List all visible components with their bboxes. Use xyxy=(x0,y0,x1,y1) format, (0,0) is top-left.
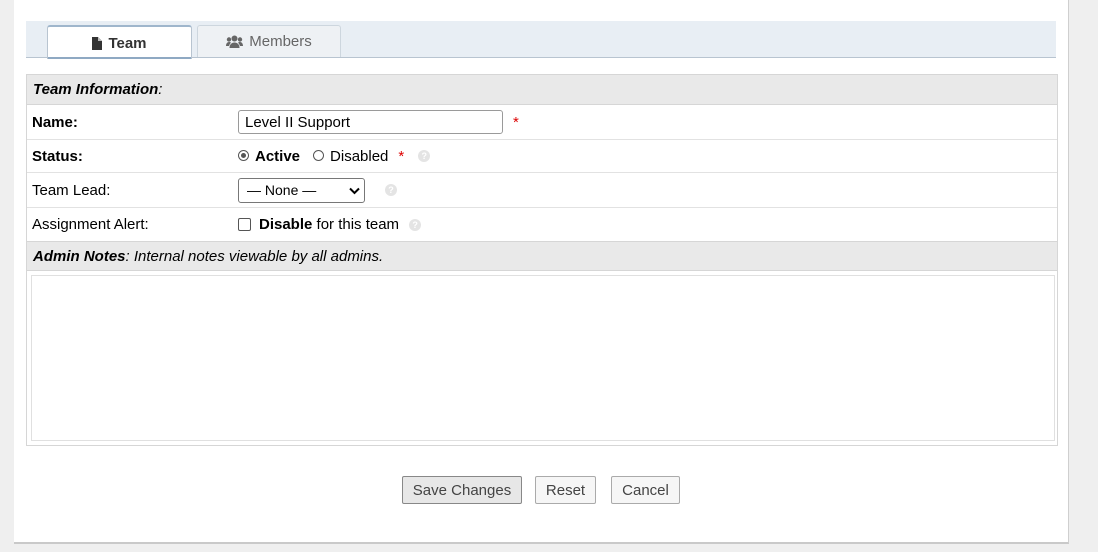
assignment-alert-rest-text: for this team xyxy=(312,216,400,233)
team-information-suffix: : xyxy=(158,81,163,98)
name-row: Name: * xyxy=(27,105,1057,140)
assignment-alert-row: Assignment Alert: Disable for this team … xyxy=(27,208,1057,241)
status-active-radio[interactable] xyxy=(238,149,249,161)
team-lead-label: Team Lead: xyxy=(32,181,111,199)
team-lead-select[interactable]: — None — xyxy=(238,177,365,203)
status-row: Status: Active Disabled * ? xyxy=(27,140,1057,173)
status-disabled-label: Disabled xyxy=(330,147,389,165)
status-label: Status: xyxy=(32,147,83,165)
status-disabled-radio[interactable] xyxy=(313,149,325,161)
status-required-marker: * xyxy=(398,147,405,165)
cancel-button[interactable]: Cancel xyxy=(611,476,680,504)
admin-notes-wrap xyxy=(27,271,1057,445)
form-buttons: Save Changes Reset Cancel xyxy=(14,476,1068,504)
save-changes-button[interactable]: Save Changes xyxy=(402,476,522,504)
admin-notes-description: : Internal notes viewable by all admins. xyxy=(125,247,384,265)
users-icon xyxy=(226,35,244,48)
tab-team[interactable]: Team xyxy=(47,25,192,59)
assignment-alert-label: Assignment Alert: xyxy=(32,216,149,233)
admin-notes-textarea[interactable] xyxy=(31,275,1055,441)
admin-notes-title: Admin Notes xyxy=(33,247,126,265)
status-active-label: Active xyxy=(255,147,301,165)
assignment-alert-help-icon[interactable]: ? xyxy=(409,218,422,231)
name-label: Name: xyxy=(32,113,78,131)
assignment-alert-disable-text: Disable xyxy=(259,216,313,233)
assignment-alert-checkbox[interactable] xyxy=(238,218,251,231)
admin-notes-header: Admin Notes: Internal notes viewable by … xyxy=(27,241,1057,271)
team-lead-help-icon[interactable]: ? xyxy=(385,184,397,196)
name-required-marker: * xyxy=(513,113,519,131)
reset-button[interactable]: Reset xyxy=(535,476,596,504)
page: Team Members Team Information: Name: Lev… xyxy=(14,0,1069,544)
team-lead-row: Team Lead: — None — ? xyxy=(27,173,1057,208)
tab-members[interactable]: Members xyxy=(197,25,341,57)
tab-team-label: Team xyxy=(108,34,147,52)
chevron-down-icon xyxy=(349,182,360,198)
name-input[interactable] xyxy=(238,110,503,134)
status-help-icon[interactable]: ? xyxy=(418,150,431,162)
team-lead-selected: — None — xyxy=(247,182,317,198)
team-information-header: Team Information: xyxy=(27,75,1057,105)
document-icon xyxy=(92,36,103,50)
tab-bar: Team Members xyxy=(26,21,1056,59)
team-information-title: Team Information xyxy=(33,81,159,98)
tab-members-label: Members xyxy=(249,33,312,50)
team-form: Team Information: Name: * Status: Active… xyxy=(26,74,1058,446)
